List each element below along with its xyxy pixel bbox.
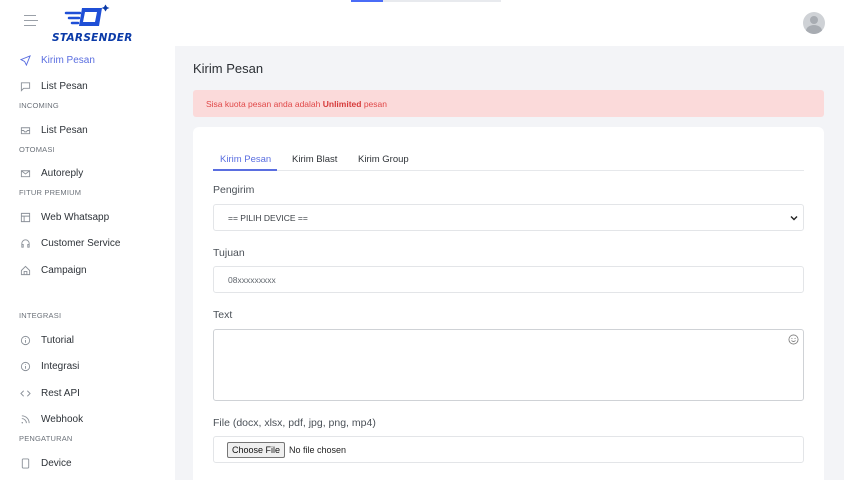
inbox-icon	[19, 124, 31, 136]
tab-kirim-pesan[interactable]: Kirim Pesan	[220, 154, 271, 165]
sidebar-item-label: Campaign	[41, 264, 87, 276]
page-title: Kirim Pesan	[193, 61, 264, 76]
sidebar-item-list-pesan[interactable]: List Pesan	[0, 76, 175, 96]
sidebar-item-label: Kirim Pesan	[41, 54, 95, 66]
form-card: Kirim Pesan Kirim Blast Kirim Group Peng…	[193, 127, 824, 480]
file-input[interactable]: Choose File No file chosen	[213, 436, 804, 463]
window-icon	[19, 211, 31, 223]
sidebar-item-label: Device	[41, 457, 72, 469]
brand-name: STARSENDER	[52, 32, 133, 44]
active-tab-indicator	[213, 169, 277, 171]
sidebar-item-label: Integrasi	[41, 360, 80, 372]
tujuan-label: Tujuan	[213, 247, 245, 259]
sidebar-item-label: Tutorial	[41, 334, 74, 346]
brand-logo[interactable]: STARSENDER	[52, 4, 132, 46]
sidebar-item-label: Autoreply	[41, 167, 84, 179]
tab-kirim-group[interactable]: Kirim Group	[358, 154, 409, 165]
device-select-value: == PILIH DEVICE ==	[228, 212, 308, 223]
sidebar-item-webhook[interactable]: Webhook	[0, 409, 175, 429]
info-icon	[19, 360, 31, 372]
sidebar-item-autoreply[interactable]: Autoreply	[0, 163, 175, 183]
sidebar: Kirim Pesan List Pesan INCOMING List Pes…	[0, 46, 175, 480]
message-textarea[interactable]	[213, 329, 804, 401]
quota-alert: Sisa kuota pesan anda adalah Unlimited p…	[193, 90, 824, 117]
sidebar-item-device[interactable]: Device	[0, 453, 175, 473]
mail-icon	[19, 167, 31, 179]
rss-icon	[19, 413, 31, 425]
headset-icon	[19, 237, 31, 249]
alert-prefix: Sisa kuota pesan anda adalah	[206, 99, 323, 109]
file-label: File (docx, xlsx, pdf, jpg, png, mp4)	[213, 417, 376, 429]
section-integrasi: INTEGRASI	[19, 311, 62, 320]
device-icon	[19, 457, 31, 469]
choose-file-button[interactable]: Choose File	[227, 441, 286, 458]
emoji-icon[interactable]	[788, 334, 799, 345]
chat-icon	[19, 80, 31, 92]
sidebar-item-list-pesan-incoming[interactable]: List Pesan	[0, 120, 175, 140]
tab-bar: Kirim Pesan Kirim Blast Kirim Group	[213, 152, 804, 171]
alert-highlight: Unlimited	[322, 99, 362, 109]
home-icon	[19, 264, 31, 276]
sidebar-item-campaign[interactable]: Campaign	[0, 260, 175, 280]
send-icon	[19, 54, 31, 66]
chevron-down-icon	[790, 216, 798, 221]
text-label: Text	[213, 309, 233, 321]
section-pengaturan: PENGATURAN	[19, 434, 73, 443]
section-otomasi: OTOMASI	[19, 145, 55, 154]
sidebar-item-web-whatsapp[interactable]: Web Whatsapp	[0, 207, 175, 227]
sidebar-item-kirim-pesan[interactable]: Kirim Pesan	[0, 50, 175, 70]
alert-suffix: pesan	[361, 99, 387, 109]
sidebar-item-label: Webhook	[41, 413, 84, 425]
pengirim-label: Pengirim	[213, 184, 255, 196]
tujuan-input[interactable]: 08xxxxxxxxx	[213, 266, 804, 293]
sidebar-item-rest-api[interactable]: Rest API	[0, 383, 175, 403]
info-icon	[19, 334, 31, 346]
sidebar-item-label: Rest API	[41, 387, 80, 399]
file-status: No file chosen	[289, 444, 347, 455]
sidebar-item-customer-service[interactable]: Customer Service	[0, 233, 175, 253]
logo-mark	[64, 4, 110, 26]
sidebar-item-integrasi[interactable]: Integrasi	[0, 356, 175, 376]
menu-icon[interactable]	[24, 15, 38, 27]
loading-bar	[351, 0, 501, 2]
device-select[interactable]: == PILIH DEVICE ==	[213, 204, 804, 231]
section-incoming: INCOMING	[19, 101, 59, 110]
sidebar-item-label: List Pesan	[41, 124, 88, 136]
top-header: STARSENDER	[0, 0, 844, 46]
tab-kirim-blast[interactable]: Kirim Blast	[292, 154, 337, 165]
tujuan-placeholder: 08xxxxxxxxx	[228, 274, 276, 285]
loading-bar-fill	[351, 0, 383, 2]
sidebar-item-label: Web Whatsapp	[41, 211, 110, 223]
sidebar-item-label: Customer Service	[41, 237, 121, 249]
section-fitur-premium: FITUR PREMIUM	[19, 188, 82, 197]
user-avatar[interactable]	[803, 12, 825, 34]
sidebar-item-tutorial[interactable]: Tutorial	[0, 330, 175, 350]
sidebar-item-label: List Pesan	[41, 80, 88, 92]
code-icon	[19, 387, 31, 399]
